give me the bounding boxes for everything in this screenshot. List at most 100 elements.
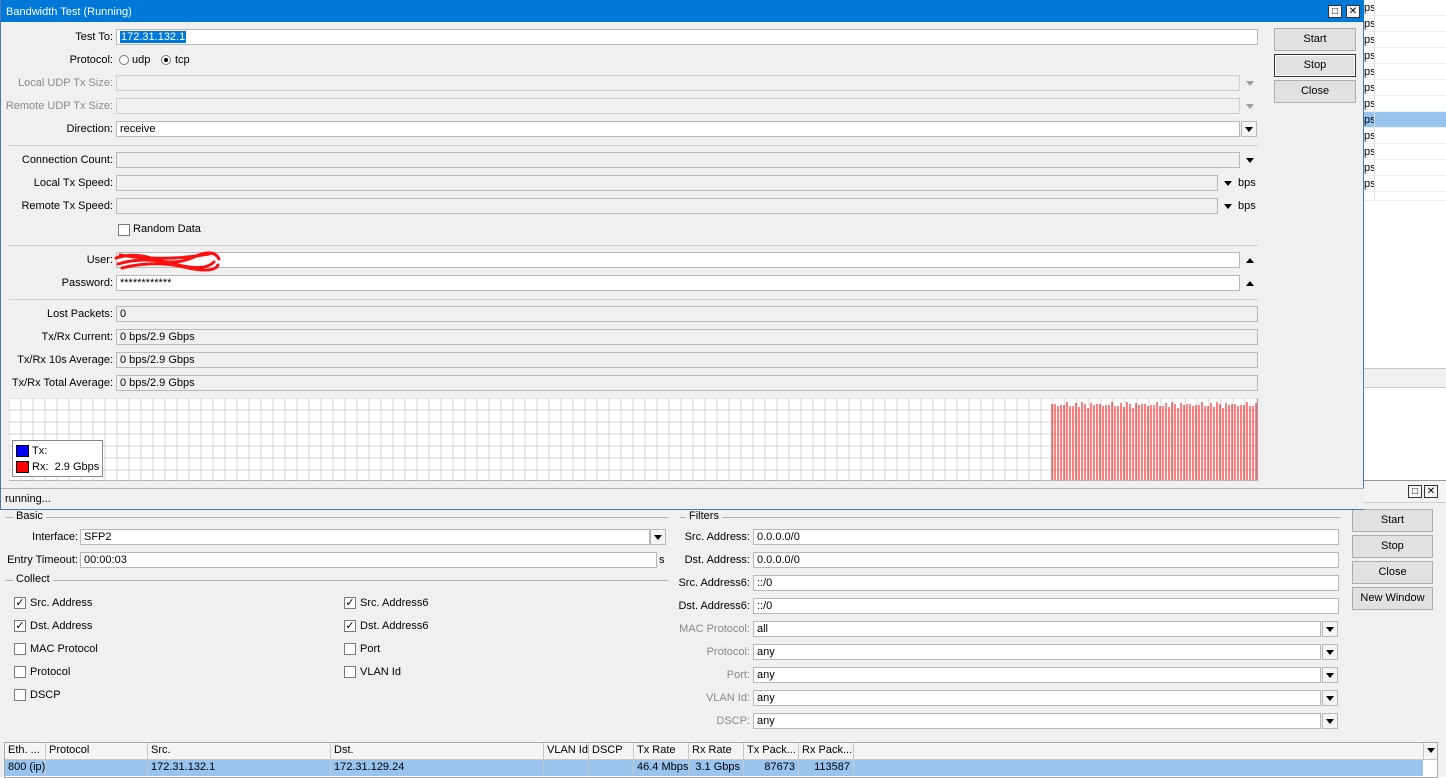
remote-tx-input[interactable] [116,198,1218,214]
close-icon[interactable]: ✕ [1424,485,1438,498]
local-tx-input[interactable] [116,175,1218,191]
column-header[interactable]: DSCP [589,743,634,759]
local-tx-dropdown[interactable] [1224,181,1232,186]
collect-checkbox[interactable] [14,666,26,678]
background-list-row[interactable]: ps [1360,144,1446,160]
stop-button[interactable]: Stop [1274,54,1356,77]
collect-label[interactable]: Protocol [30,664,70,680]
user-input[interactable] [116,252,1240,268]
background-list-row[interactable]: ps [1360,64,1446,80]
vlan-select[interactable]: any [753,690,1321,706]
src-address-input[interactable]: 0.0.0.0/0 [753,529,1339,545]
column-header[interactable]: VLAN Id [544,743,589,759]
torch-start-button[interactable]: Start [1352,509,1433,532]
window-titlebar[interactable]: Bandwidth Test (Running) □ ✕ [1,0,1364,22]
password-toggle[interactable] [1246,281,1254,286]
vlan-dropdown[interactable] [1322,690,1338,706]
collect-checkbox[interactable]: ✓ [14,597,26,609]
user-toggle[interactable] [1246,258,1254,263]
collect-checkbox[interactable]: ✓ [344,620,356,632]
collect-label[interactable]: Src. Address [30,595,92,611]
collect-checkbox[interactable] [14,689,26,701]
collect-checkbox[interactable] [344,643,356,655]
dropdown-icon [1245,127,1253,132]
conn-count-input[interactable] [116,152,1240,168]
torch-new-window-button[interactable]: New Window [1352,587,1433,610]
torch-stop-button[interactable]: Stop [1352,535,1433,558]
direction-select[interactable]: receive [116,121,1240,137]
background-list-row[interactable]: ps [1360,16,1446,32]
torch-close-button[interactable]: Close [1352,561,1433,584]
dropdown-icon [1326,650,1334,655]
collect-checkbox[interactable] [14,643,26,655]
test-to-input[interactable]: 172.31.132.1 [116,29,1258,45]
column-header[interactable]: Rx Pack... [799,743,854,759]
table-cell: 172.31.132.1 [148,760,331,775]
random-data-label[interactable]: Random Data [133,221,201,237]
column-menu-button[interactable] [1423,743,1437,759]
table-row[interactable]: 800 (ip) 172.31.132.1 172.31.129.24 46.4 Mb… [5,760,1423,776]
background-list-row[interactable]: ps [1360,128,1446,144]
collect-label[interactable]: VLAN Id [360,664,401,680]
timeout-input[interactable]: 00:00:03 [80,552,657,568]
collect-label[interactable]: MAC Protocol [30,641,98,657]
background-list-row[interactable]: ps [1360,80,1446,96]
collect-checkbox[interactable]: ✓ [14,620,26,632]
background-list-row[interactable]: ps [1360,32,1446,48]
status-text: running... [5,493,51,505]
mac-protocol-dropdown[interactable] [1322,621,1338,637]
protocol-label: Protocol: [706,646,750,658]
collect-label[interactable]: Dst. Address [30,618,92,634]
separator [9,245,1258,246]
background-list-row[interactable]: ps [1360,160,1446,176]
start-button[interactable]: Start [1274,28,1356,51]
mac-protocol-select[interactable]: all [753,621,1321,637]
dscp-dropdown[interactable] [1322,713,1338,729]
timeout-label: Entry Timeout: [7,554,78,566]
dropdown-icon [1326,719,1334,724]
background-list-row[interactable]: ps [1360,0,1446,16]
background-list-row[interactable]: ps [1360,176,1446,192]
background-list-row[interactable]: ps [1360,48,1446,64]
collect-label[interactable]: Dst. Address6 [360,618,428,634]
udp-radio[interactable] [119,55,129,65]
dscp-select[interactable]: any [753,713,1321,729]
remote-tx-dropdown[interactable] [1224,204,1232,209]
tcp-radio[interactable] [161,55,171,65]
collect-label[interactable]: Src. Address6 [360,595,428,611]
dst-address-input[interactable]: 0.0.0.0/0 [753,552,1339,568]
column-header[interactable]: Tx Pack... [744,743,799,759]
collect-label[interactable]: DSCP [30,687,61,703]
port-dropdown[interactable] [1322,667,1338,683]
maximize-icon[interactable]: □ [1408,485,1422,498]
protocol-dropdown[interactable] [1322,644,1338,660]
password-input[interactable]: ************ [116,275,1240,291]
collect-label[interactable]: Port [360,641,380,657]
redaction-scribble [114,251,221,272]
column-header[interactable]: Tx Rate [634,743,689,759]
collect-checkbox[interactable] [344,666,356,678]
background-list-row[interactable]: ps [1360,96,1446,112]
column-header[interactable]: Rx Rate [689,743,744,759]
interface-dropdown-button[interactable] [650,529,666,545]
conn-count-dropdown[interactable] [1246,158,1254,163]
collect-checkbox[interactable]: ✓ [344,597,356,609]
port-select[interactable]: any [753,667,1321,683]
interface-select[interactable]: SFP2 [80,529,650,545]
close-button[interactable]: Close [1274,80,1356,103]
column-header[interactable]: Src. [148,743,331,759]
column-header[interactable]: Eth. ... [5,743,46,759]
dst-address-label: Dst. Address: [684,554,750,566]
maximize-icon[interactable]: □ [1328,5,1342,18]
dst-address6-input[interactable]: ::/0 [753,598,1339,614]
direction-dropdown[interactable] [1241,121,1257,137]
close-icon[interactable]: ✕ [1346,5,1360,18]
tcp-label[interactable]: tcp [175,52,190,68]
background-list-row[interactable]: ps [1360,112,1446,128]
protocol-select[interactable]: any [753,644,1321,660]
random-data-checkbox[interactable] [118,224,130,236]
src-address6-input[interactable]: ::/0 [753,575,1339,591]
column-header[interactable]: Dst. [331,743,544,759]
udp-label[interactable]: udp [132,52,150,68]
column-header[interactable]: Protocol [46,743,148,759]
